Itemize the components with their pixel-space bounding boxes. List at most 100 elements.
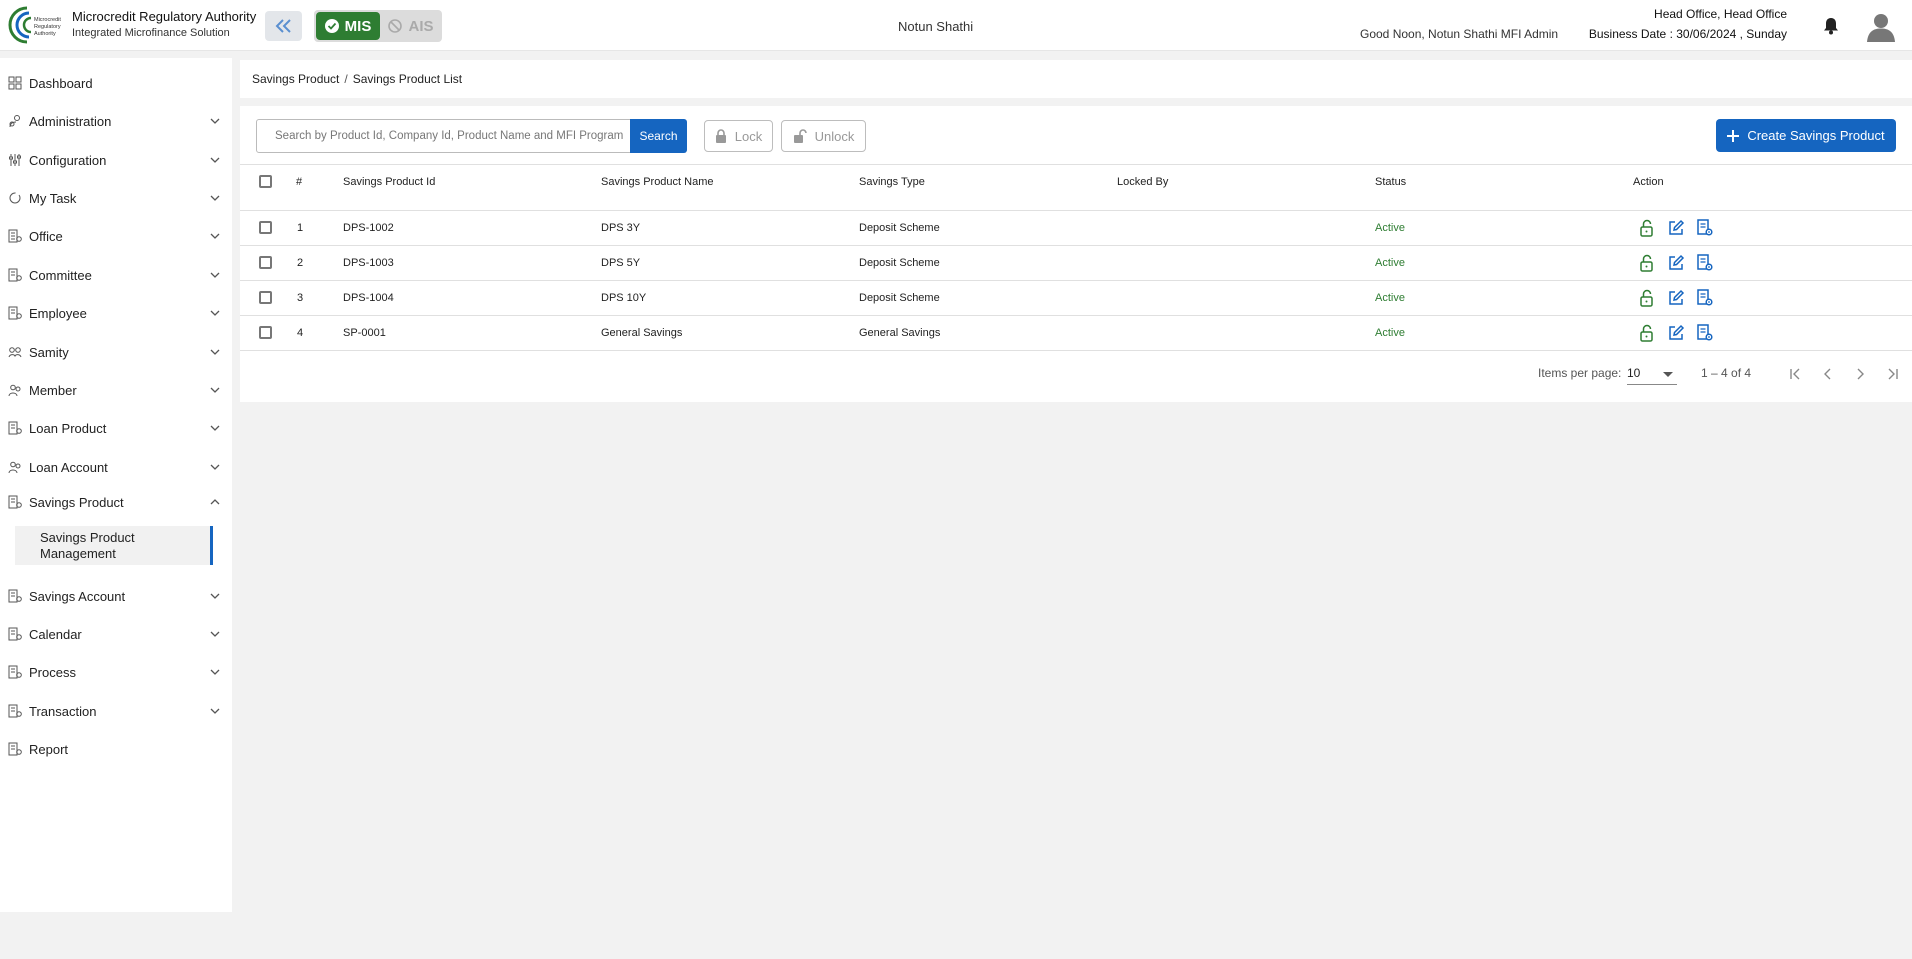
sidebar-item-my-task[interactable]: My Task [0,183,232,213]
breadcrumb: Savings Product / Savings Product List [252,72,462,86]
sidebar: Dashboard Administration Configuration M… [0,58,232,912]
dropdown-caret-icon [1663,372,1673,377]
row-number: 2 [297,257,304,269]
breadcrumb-parent[interactable]: Savings Product [252,72,339,86]
mis-button[interactable]: MIS [316,12,380,40]
greeting-text: Good Noon, Notun Shathi MFI Admin [1360,27,1559,41]
header-number: # [296,176,303,188]
chevron-down-icon [210,593,220,599]
employee-icon [8,306,22,320]
view-details-icon[interactable] [1696,289,1714,307]
sidebar-item-configuration[interactable]: Configuration [0,145,232,175]
edit-icon[interactable] [1667,219,1685,237]
transaction-icon [8,704,22,718]
sidebar-item-label: Samity [29,344,69,360]
sidebar-item-employee[interactable]: Employee [0,298,232,328]
previous-page-button[interactable] [1818,364,1838,384]
page-range-label: 1 – 4 of 4 [1701,366,1752,380]
member-icon [8,384,21,397]
savings-product-table: # Savings Product Id Savings Product Nam… [240,164,1912,351]
committee-icon [8,268,22,282]
sidebar-item-samity[interactable]: Samity [0,337,232,367]
row-checkbox[interactable] [259,256,272,269]
sidebar-item-label: Transaction [29,703,97,719]
sidebar-subitem-savings-product-management[interactable]: Savings Product Management [15,526,213,565]
chevron-down-icon [210,233,220,239]
header-action: Action [1633,176,1664,188]
status-badge: Active [1375,222,1405,234]
header-savings-type[interactable]: Savings Type [859,176,925,188]
sidebar-item-member[interactable]: Member [0,375,232,405]
sliders-icon [9,154,21,166]
chevron-up-icon [210,499,220,505]
loan-account-icon [8,461,21,474]
header-status[interactable]: Status [1375,176,1406,188]
refresh-icon [9,192,21,204]
row-number: 3 [297,292,304,304]
sidebar-item-office[interactable]: Office [0,221,232,251]
view-details-icon[interactable] [1696,324,1714,342]
chevron-down-icon [210,310,220,316]
search-input[interactable] [256,119,631,153]
mfi-name: Notun Shathi [898,19,974,34]
sidebar-item-dashboard[interactable]: Dashboard [0,68,232,98]
sidebar-item-label: Dashboard [29,75,93,91]
svg-text:Regulatory: Regulatory [34,24,61,30]
row-checkbox[interactable] [259,291,272,304]
sidebar-item-calendar[interactable]: Calendar [0,619,232,649]
sidebar-item-report[interactable]: Report [0,734,232,764]
ais-button[interactable]: AIS [382,12,440,40]
business-date: Business Date : 30/06/2024 , Sunday [1588,27,1787,41]
unlock-action-icon[interactable] [1638,219,1656,237]
sidebar-item-loan-account[interactable]: Loan Account [0,452,232,482]
sidebar-item-label: Calendar [29,626,82,642]
sidebar-item-administration[interactable]: Administration [0,106,232,136]
breadcrumb-separator: / [344,72,348,86]
row-checkbox[interactable] [259,326,272,339]
edit-icon[interactable] [1667,324,1685,342]
row-checkbox[interactable] [259,221,272,234]
unlock-action-icon[interactable] [1638,324,1656,342]
row-actions [1638,324,1714,342]
sidebar-item-savings-account[interactable]: Savings Account [0,581,232,611]
savings-product-icon [8,495,22,509]
savings-account-icon [8,589,22,603]
last-page-button[interactable] [1882,364,1902,384]
chevron-down-icon [210,464,220,470]
view-details-icon[interactable] [1696,254,1714,272]
lock-button[interactable]: Lock [704,120,773,152]
product-id: SP-0001 [343,327,386,339]
edit-icon[interactable] [1667,289,1685,307]
sidebar-item-label: Configuration [29,152,107,168]
unlock-action-icon[interactable] [1638,254,1656,272]
select-all-checkbox[interactable] [259,175,272,188]
product-name: DPS 3Y [601,222,641,234]
collapse-sidebar-button[interactable] [265,11,302,41]
unlock-button[interactable]: Unlock [781,120,866,152]
chevron-down-icon [210,425,220,431]
next-page-button[interactable] [1850,364,1870,384]
svg-text:Microcredit: Microcredit [34,17,61,23]
edit-icon[interactable] [1667,254,1685,272]
unlock-action-icon[interactable] [1638,289,1656,307]
sidebar-item-loan-product[interactable]: Loan Product [0,413,232,443]
user-avatar-icon[interactable] [1867,12,1895,42]
first-page-button[interactable] [1786,364,1806,384]
sidebar-item-savings-product[interactable]: Savings Product [0,487,232,517]
header-locked-by[interactable]: Locked By [1117,176,1168,188]
check-circle-icon [324,19,339,33]
sidebar-item-process[interactable]: Process [0,657,232,687]
sidebar-item-committee[interactable]: Committee [0,260,232,290]
top-header: Microcredit Regulatory Authority Microcr… [0,0,1912,51]
sidebar-item-transaction[interactable]: Transaction [0,696,232,726]
search-button[interactable]: Search [630,119,687,153]
header-product-id[interactable]: Savings Product Id [343,176,435,188]
create-savings-product-button[interactable]: Create Savings Product [1716,119,1896,152]
notification-bell-icon[interactable] [1823,17,1839,35]
product-name: DPS 5Y [601,257,641,269]
page-size-select[interactable]: 10 [1627,363,1677,385]
header-product-name[interactable]: Savings Product Name [601,176,714,188]
double-chevron-left-icon [275,19,291,33]
view-details-icon[interactable] [1696,219,1714,237]
sidebar-item-label: Employee [29,305,87,321]
